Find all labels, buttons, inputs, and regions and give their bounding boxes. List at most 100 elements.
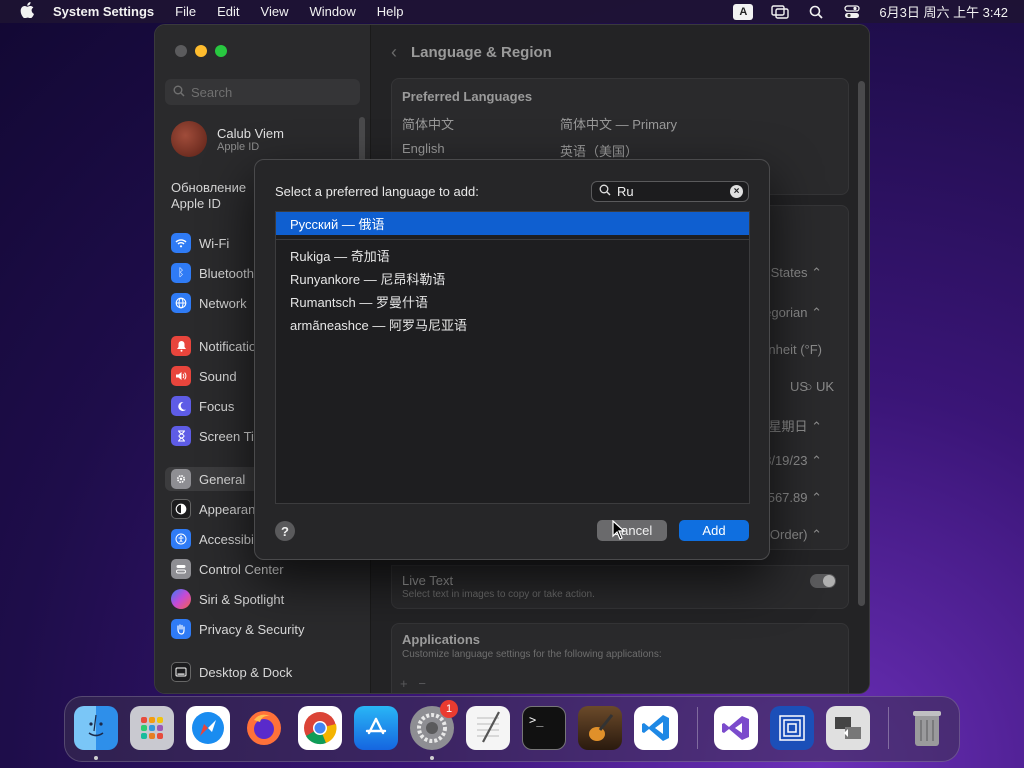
page-title-bar: ‹ Language & Region <box>391 42 552 63</box>
app-store-icon[interactable] <box>354 706 398 750</box>
language-search-input[interactable]: Ru × <box>591 181 749 202</box>
finder-icon[interactable] <box>74 706 118 750</box>
hand-icon <box>171 619 191 639</box>
help-button[interactable]: ? <box>275 521 295 541</box>
add-language-dialog: Select a preferred language to add: Ru ×… <box>254 159 770 560</box>
sidebar-item-label: Network <box>199 295 247 311</box>
system-settings-icon[interactable]: 1 <box>410 700 458 750</box>
textedit-icon[interactable] <box>466 706 510 750</box>
vscode-icon[interactable] <box>634 706 678 750</box>
sidebar-item-label: Desktop & Dock <box>199 664 293 680</box>
number-format-value[interactable]: ,567.89 ⌃ <box>764 490 822 506</box>
sidebar-item-network[interactable]: Network <box>171 291 247 315</box>
content-scrollbar[interactable] <box>858 81 865 606</box>
language-name: English <box>402 141 445 156</box>
user-subtitle: Apple ID <box>217 140 260 153</box>
live-text-toggle[interactable] <box>810 574 836 588</box>
sidebar-item-label: Wi-Fi <box>199 235 230 251</box>
sidebar-item-label: Privacy & Security <box>199 621 305 637</box>
migration-assistant-icon[interactable] <box>826 706 870 750</box>
sidebar-item-focus[interactable]: Focus <box>171 394 234 418</box>
sidebar-item-sound[interactable]: Sound <box>171 364 237 388</box>
terminal-icon[interactable]: >_ <box>522 706 566 750</box>
language-detail: 英语（美国） <box>560 144 639 159</box>
control-center-icon[interactable] <box>843 4 861 19</box>
language-detail: 简体中文 — Primary <box>560 117 678 132</box>
moon-icon <box>171 396 191 416</box>
hourglass-icon <box>171 426 191 446</box>
launchpad-icon[interactable] <box>130 706 174 750</box>
window-controls <box>175 45 227 57</box>
wifi-icon <box>171 233 191 253</box>
sidebar-item-privacy-security[interactable]: Privacy & Security <box>171 617 304 641</box>
firefox-icon[interactable] <box>242 706 286 750</box>
chrome-icon[interactable] <box>298 706 342 750</box>
live-text-description: Select text in images to copy or take ac… <box>402 589 595 600</box>
garageband-icon[interactable] <box>578 706 622 750</box>
appearance-icon <box>171 499 191 519</box>
add-remove-controls[interactable]: + − <box>400 676 426 691</box>
menu-file[interactable]: File <box>175 4 196 19</box>
sidebar-search-input[interactable]: Search <box>165 79 360 105</box>
instruments-icon[interactable] <box>770 706 814 750</box>
first-weekday-value[interactable]: 星期日 ⌃ <box>768 416 822 435</box>
avatar <box>171 121 207 157</box>
trash-icon[interactable] <box>905 706 949 750</box>
sidebar-item-siri-spotlight[interactable]: Siri & Spotlight <box>171 587 284 611</box>
dock-separator <box>697 707 698 749</box>
apple-id-update-notice[interactable]: Обновление Apple ID <box>171 180 261 212</box>
sidebar-item-desktop-dock[interactable]: Desktop & Dock <box>171 660 292 684</box>
speaker-icon <box>171 366 191 386</box>
accessibility-icon <box>171 529 191 549</box>
menu-view[interactable]: View <box>261 4 289 19</box>
menubar-clock[interactable]: 6月3日 周六 上午 3:42 <box>879 2 1008 21</box>
menu-window[interactable]: Window <box>309 4 355 19</box>
sidebar-item-bluetooth[interactable]: ᛒ Bluetooth <box>171 261 254 285</box>
applications-title: Applications <box>402 632 481 647</box>
list-item[interactable]: armãneashce — 阿罗马尼亚语 <box>276 313 749 336</box>
input-source-icon[interactable]: A <box>733 3 754 20</box>
section-title: Preferred Languages <box>402 89 533 104</box>
bluetooth-icon: ᛒ <box>171 263 191 283</box>
menu-bar: System Settings File Edit View Window He… <box>0 0 1024 23</box>
sidebar-search-placeholder: Search <box>191 84 233 100</box>
apple-menu-icon[interactable] <box>17 1 37 22</box>
bell-icon <box>171 336 191 356</box>
sidebar-item-control-center[interactable]: Control Center <box>171 557 284 581</box>
minimize-button[interactable] <box>195 45 207 57</box>
language-row[interactable]: 简体中文 简体中文 — Primary <box>392 110 848 137</box>
applications-description: Customize language settings for the foll… <box>402 649 662 660</box>
region-value[interactable]: l States ⌃ <box>764 265 822 281</box>
sidebar-item-wifi[interactable]: Wi-Fi <box>171 231 229 255</box>
language-list[interactable]: Русский — 俄语 Rukiga — 奇加语 Runyankore — 尼… <box>275 211 750 504</box>
clear-search-icon[interactable]: × <box>730 185 743 198</box>
list-item[interactable]: Rumantsch — 罗曼什语 <box>276 290 749 313</box>
list-item[interactable]: Runyankore — 尼昂科勒语 <box>276 267 749 290</box>
apple-id-account[interactable]: Calub Viem Apple ID <box>171 121 284 157</box>
back-chevron-icon[interactable]: ‹ <box>391 42 397 63</box>
visual-studio-icon[interactable] <box>714 706 758 750</box>
list-item[interactable]: Rukiga — 奇加语 <box>276 244 749 267</box>
safari-icon[interactable] <box>186 706 230 750</box>
sidebar-item-label: Siri & Spotlight <box>199 591 285 607</box>
control-center-icon <box>171 559 191 579</box>
sidebar-item-label: General <box>199 471 246 487</box>
measurement-uk-option[interactable]: ○ UK <box>804 379 834 394</box>
zoom-button[interactable] <box>215 45 227 57</box>
notification-badge: 1 <box>440 700 458 718</box>
sidebar-item-label: Control Center <box>199 561 284 577</box>
list-sort-order-value[interactable]: t Order) ⌃ <box>763 527 822 543</box>
cancel-button[interactable]: Cancel <box>597 520 667 541</box>
date-format-value[interactable]: 8/19/23 ⌃ <box>764 453 822 469</box>
list-item-selected[interactable]: Русский — 俄语 <box>276 212 749 235</box>
spotlight-search-icon[interactable] <box>807 5 825 19</box>
dialog-label: Select a preferred language to add: <box>275 184 479 199</box>
app-name-menu[interactable]: System Settings <box>53 4 154 19</box>
live-text-section: Live Text Select text in images to copy … <box>391 565 849 609</box>
search-icon <box>173 85 185 100</box>
menu-edit[interactable]: Edit <box>217 4 239 19</box>
add-button[interactable]: Add <box>679 520 749 541</box>
close-button[interactable] <box>175 45 187 57</box>
screen-mirroring-icon[interactable] <box>771 4 790 19</box>
menu-help[interactable]: Help <box>377 4 404 19</box>
